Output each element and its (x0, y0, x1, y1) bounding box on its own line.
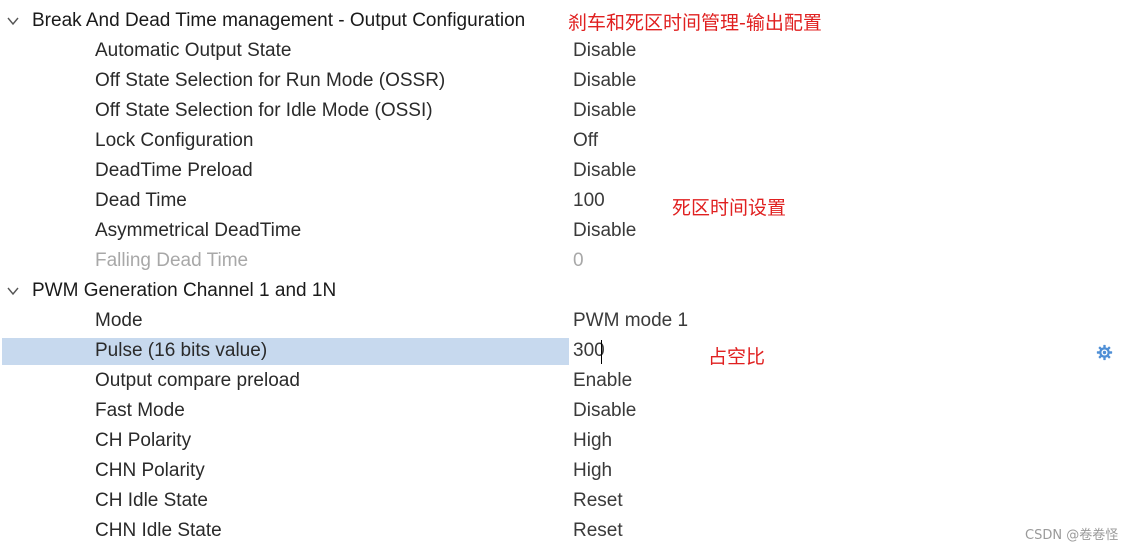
param-row[interactable]: CH Idle State Reset (0, 486, 1139, 516)
param-row-disabled: Falling Dead Time 0 (0, 246, 1139, 276)
watermark: CSDN @卷卷怪 (1025, 528, 1119, 543)
param-value: 0 (573, 250, 584, 271)
param-row[interactable]: Lock Configuration Off (0, 126, 1139, 156)
param-value[interactable]: Enable (573, 366, 632, 396)
param-label: Off State Selection for Idle Mode (OSSI) (95, 100, 433, 121)
annotation-dead-time: 死区时间设置 (672, 197, 787, 219)
param-label: Output compare preload (95, 370, 300, 391)
param-row[interactable]: Output compare preload Enable (0, 366, 1139, 396)
param-value[interactable]: Disable (573, 396, 636, 426)
param-row[interactable]: Asymmetrical DeadTime Disable (0, 216, 1139, 246)
param-value[interactable]: Disable (573, 66, 636, 96)
param-row[interactable]: Off State Selection for Idle Mode (OSSI)… (0, 96, 1139, 126)
param-value[interactable]: High (573, 456, 612, 486)
param-row[interactable]: CH Polarity High (0, 426, 1139, 456)
param-label: CHN Idle State (95, 520, 222, 541)
param-label: Off State Selection for Run Mode (OSSR) (95, 70, 446, 91)
param-label: Automatic Output State (95, 40, 292, 61)
param-row[interactable]: Automatic Output State Disable (0, 36, 1139, 66)
param-row[interactable]: DeadTime Preload Disable (0, 156, 1139, 186)
param-label: Fast Mode (95, 400, 185, 421)
param-row[interactable]: Mode PWM mode 1 (0, 306, 1139, 336)
group-title: Break And Dead Time management - Output … (32, 10, 526, 31)
chevron-down-icon[interactable] (6, 284, 20, 298)
param-value[interactable]: Reset (573, 486, 623, 516)
selection-highlight (2, 338, 569, 365)
param-row[interactable]: Off State Selection for Run Mode (OSSR) … (0, 66, 1139, 96)
param-row[interactable]: CHN Idle State Reset (0, 516, 1139, 546)
group-title: PWM Generation Channel 1 and 1N (32, 280, 337, 301)
param-label: Dead Time (95, 190, 187, 211)
param-value[interactable]: PWM mode 1 (573, 306, 688, 336)
param-label: Pulse (16 bits value) (95, 340, 268, 361)
param-label: CH Idle State (95, 490, 208, 511)
parameter-settings-panel: Break And Dead Time management - Output … (0, 0, 1139, 549)
param-value[interactable]: High (573, 426, 612, 456)
param-label: Mode (95, 310, 143, 331)
param-value[interactable]: Reset (573, 516, 623, 546)
annotation-duty-cycle: 占空比 (708, 346, 766, 368)
param-label: CH Polarity (95, 430, 192, 451)
chevron-down-icon[interactable] (6, 14, 20, 28)
param-row[interactable]: Dead Time 100 (0, 186, 1139, 216)
gear-icon[interactable] (1096, 344, 1113, 361)
param-value[interactable]: Disable (573, 96, 636, 126)
param-label: CHN Polarity (95, 460, 205, 481)
param-label: Falling Dead Time (95, 250, 249, 271)
pulse-value-input[interactable]: 300 (573, 336, 605, 366)
param-label: Lock Configuration (95, 130, 254, 151)
annotation-output-config: 刹车和死区时间管理-输出配置 (568, 12, 822, 34)
param-value[interactable]: Off (573, 126, 598, 156)
param-row[interactable]: Fast Mode Disable (0, 396, 1139, 426)
text-caret (601, 340, 602, 364)
param-row-selected[interactable]: Pulse (16 bits value) 300 (0, 336, 1139, 366)
param-label: Asymmetrical DeadTime (95, 220, 302, 241)
param-value[interactable]: 100 (573, 186, 605, 216)
param-value[interactable]: Disable (573, 216, 636, 246)
group-header-pwm-generation[interactable]: PWM Generation Channel 1 and 1N (0, 276, 1139, 306)
param-row[interactable]: CHN Polarity High (0, 456, 1139, 486)
param-value[interactable]: Disable (573, 36, 636, 66)
param-value[interactable]: Disable (573, 156, 636, 186)
param-label: DeadTime Preload (95, 160, 253, 181)
